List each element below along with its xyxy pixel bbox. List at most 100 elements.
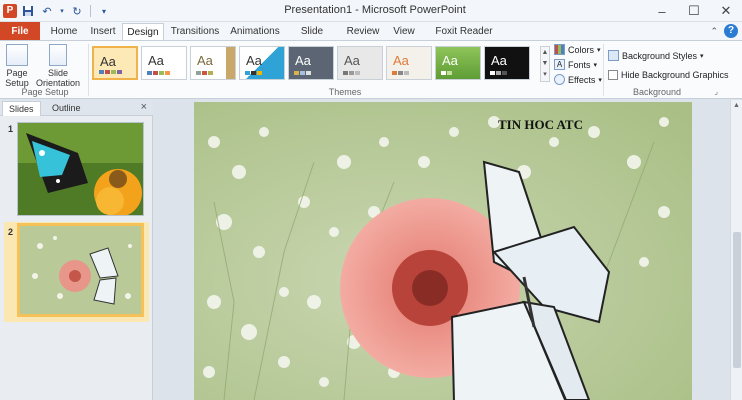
theme-glyph: Aa	[148, 53, 164, 68]
tab-insert[interactable]: Insert	[86, 23, 120, 41]
close-button[interactable]: ✕	[710, 0, 742, 22]
vertical-scrollbar[interactable]: ▲	[730, 100, 742, 400]
tab-home[interactable]: Home	[46, 23, 82, 41]
theme-4[interactable]: Aa	[239, 46, 285, 80]
colors-label: Colors	[568, 44, 595, 55]
page-setup-group-label: Page Setup	[21, 87, 69, 97]
effects-button[interactable]: Effects ▾	[554, 74, 602, 85]
effects-label: Effects	[568, 74, 596, 85]
chevron-down-icon: ▾	[700, 52, 704, 60]
close-pane-icon[interactable]: ×	[141, 101, 147, 113]
chevron-down-icon: ▾	[593, 61, 598, 69]
slide-orientation-button[interactable]: Slide Orientation	[33, 44, 83, 88]
slides-pane: Slides Outline × 1 2	[0, 100, 153, 400]
undo-dropdown-icon[interactable]: ▾	[58, 3, 66, 19]
theme-glyph: Aa	[100, 54, 116, 69]
theme-colors	[490, 71, 507, 75]
ribbon-right-controls: ⌃ ?	[710, 24, 738, 38]
tab-review[interactable]: Review	[344, 23, 382, 41]
tab-foxit-reader-pdf[interactable]: Foxit Reader PDF	[426, 23, 502, 54]
fonts-button[interactable]: A Fonts ▾	[554, 59, 597, 70]
theme-6[interactable]: Aa	[337, 46, 383, 80]
theme-colors	[99, 70, 122, 74]
tab-animations[interactable]: Animations	[228, 23, 282, 41]
tab-design[interactable]: Design	[122, 23, 164, 41]
help-icon[interactable]: ?	[724, 24, 738, 38]
scroll-up-icon[interactable]: ▲	[731, 102, 742, 109]
slide-number: 2	[8, 227, 14, 237]
theme-9[interactable]: Aa	[484, 46, 530, 80]
background-group-label: Background	[632, 87, 682, 97]
theme-glyph: Aa	[197, 53, 213, 68]
redo-icon[interactable]: ↻	[69, 3, 85, 19]
theme-colors	[196, 71, 213, 75]
save-icon[interactable]	[20, 3, 36, 19]
theme-colors	[441, 71, 452, 75]
butterfly-flower-image	[18, 123, 143, 215]
theme-colors	[392, 71, 409, 75]
background-styles-button[interactable]: Background Styles ▾	[608, 50, 704, 61]
background-styles-label: Background Styles	[622, 50, 698, 61]
hide-background-graphics-checkbox[interactable]: Hide Background Graphics	[608, 70, 729, 80]
customize-toolbar-icon[interactable]: ▾	[96, 3, 112, 19]
current-slide[interactable]: TIN HOC ATC	[194, 102, 692, 400]
group-separator	[603, 44, 604, 96]
flower-butterfly-background	[194, 102, 692, 400]
theme-colors	[147, 71, 170, 75]
flower-butterfly-image	[20, 226, 141, 314]
slide-orientation-icon	[49, 44, 67, 66]
themes-gallery-scroll[interactable]: ▲ ▼ ▾	[540, 46, 550, 82]
tab-slide-show[interactable]: Slide Show	[288, 23, 336, 54]
theme-colors	[294, 71, 311, 75]
slide-title[interactable]: TIN HOC ATC	[498, 117, 583, 133]
page-setup-icon	[6, 44, 28, 66]
title-bar: P ↶ ▾ ↻ ▾ Presentation1 - Microsoft Powe…	[0, 0, 742, 22]
theme-office[interactable]: Aa	[92, 46, 138, 80]
tab-transitions[interactable]: Transitions	[168, 23, 222, 41]
theme-3[interactable]: Aa	[190, 46, 236, 80]
colors-button[interactable]: Colors ▾	[554, 44, 601, 55]
dialog-launcher-icon[interactable]: ⌟	[714, 87, 718, 96]
tab-file[interactable]: File	[0, 22, 40, 41]
theme-glyph: Aa	[491, 53, 507, 68]
background-styles-icon	[608, 50, 619, 61]
theme-2[interactable]: Aa	[141, 46, 187, 80]
theme-7[interactable]: Aa	[386, 46, 432, 80]
page-setup-button[interactable]: Page Setup	[3, 44, 31, 88]
undo-icon[interactable]: ↶	[39, 3, 55, 19]
themes-group-label: Themes	[328, 87, 362, 97]
slide-number: 1	[8, 124, 14, 134]
tab-outline[interactable]: Outline	[46, 101, 87, 116]
toolbar-separator	[90, 5, 91, 17]
minimize-ribbon-icon[interactable]: ⌃	[710, 26, 718, 37]
maximize-button[interactable]: ☐	[678, 0, 710, 22]
quick-access-toolbar: ↶ ▾ ↻ ▾	[20, 3, 112, 19]
scrollbar-thumb[interactable]	[733, 232, 741, 368]
chevron-down-icon: ▾	[597, 46, 601, 54]
group-separator	[88, 44, 89, 96]
theme-5[interactable]: Aa	[288, 46, 334, 80]
minimize-button[interactable]: –	[646, 0, 678, 22]
theme-8[interactable]: Aa	[435, 46, 481, 80]
tab-view[interactable]: View	[390, 23, 418, 41]
effects-icon	[554, 74, 565, 85]
theme-glyph: Aa	[344, 53, 360, 68]
fonts-icon: A	[554, 59, 565, 70]
ribbon: Page Setup Slide Orientation Page Setup …	[0, 40, 742, 99]
themes-gallery: Aa Aa Aa Aa Aa Aa Aa Aa Aa	[92, 46, 530, 80]
tab-slides[interactable]: Slides	[2, 101, 41, 116]
checkbox-icon[interactable]	[608, 70, 618, 80]
slide-thumbnail-1[interactable]	[17, 122, 144, 216]
page-setup-label: Page Setup	[5, 68, 29, 88]
powerpoint-logo-icon[interactable]: P	[3, 4, 17, 18]
theme-colors	[245, 71, 262, 75]
window-controls: – ☐ ✕	[646, 0, 742, 22]
ribbon-tab-row: File Home Insert Design Transitions Anim…	[0, 22, 742, 54]
chevron-down-icon: ▾	[598, 76, 602, 84]
slides-pane-tabs: Slides Outline ×	[0, 100, 153, 116]
slide-orientation-label: Slide Orientation	[35, 68, 81, 88]
colors-icon	[554, 44, 565, 55]
fonts-label: Fonts	[568, 59, 591, 70]
theme-colors	[343, 71, 360, 75]
slide-thumbnail-2[interactable]	[17, 223, 144, 317]
